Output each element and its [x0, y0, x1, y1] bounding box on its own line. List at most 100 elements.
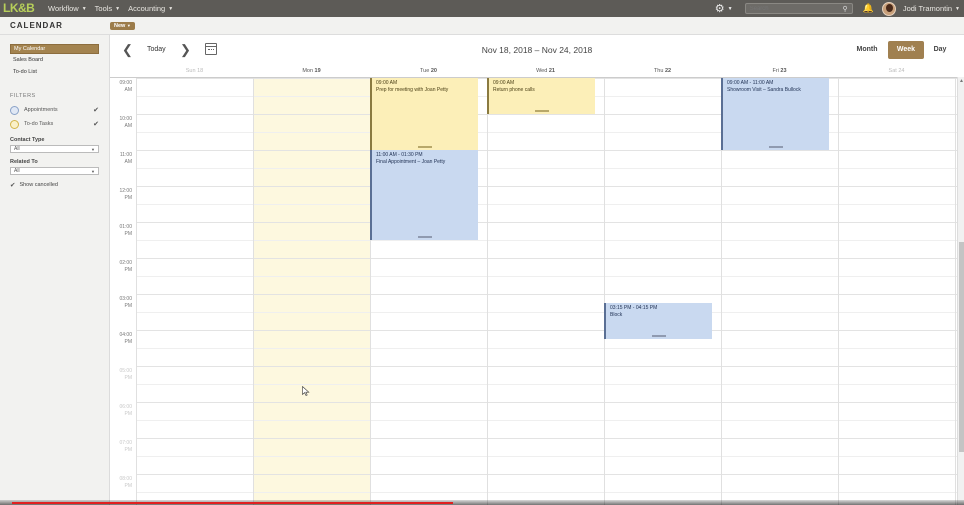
checkmark-icon[interactable]: ✔ — [93, 120, 99, 128]
half-hour-gridline — [136, 420, 957, 421]
resize-handle-icon[interactable] — [535, 110, 549, 112]
related-to-value: All — [14, 168, 20, 174]
search-icon[interactable]: ⚲ — [842, 5, 847, 13]
checkmark-icon[interactable]: ✔ — [10, 181, 15, 189]
day-number: 23 — [780, 68, 787, 74]
hour-gridline — [136, 366, 957, 367]
view-day-button[interactable]: Day — [930, 41, 950, 59]
view-month-button[interactable]: Month — [852, 41, 882, 59]
today-button[interactable]: Today — [147, 46, 166, 53]
todo-event[interactable]: 09:00 AM Prep for meeting with Joan Petty — [370, 78, 478, 150]
time-label: 07:00 PM — [110, 440, 132, 454]
scrollbar-thumb[interactable] — [959, 242, 964, 452]
contact-type-value: All — [14, 146, 20, 152]
user-name[interactable]: Jodi Tramontin — [903, 4, 952, 13]
hour-gridline — [136, 294, 957, 295]
caret-down-icon[interactable]: ▼ — [728, 6, 733, 12]
day-column-divider — [487, 78, 488, 505]
day-header-sun[interactable]: Sun 18 — [136, 65, 253, 77]
time-label: 10:00 AM — [110, 116, 132, 130]
bell-icon[interactable]: 🔔 — [863, 3, 874, 14]
calendar-picker-icon[interactable] — [205, 43, 217, 55]
day-name: Mon — [302, 68, 314, 74]
day-column-divider — [955, 78, 956, 505]
sidebar-item-sales-board[interactable]: Sales Board — [0, 54, 109, 66]
day-number: 24 — [898, 68, 905, 74]
half-hour-gridline — [136, 312, 957, 313]
half-hour-gridline — [136, 492, 957, 493]
time-label-ampm: PM — [124, 303, 133, 309]
resize-handle-icon[interactable] — [418, 146, 432, 148]
prev-week-icon[interactable]: ❮ — [122, 42, 133, 58]
day-header-sat[interactable]: Sat 24 — [838, 65, 955, 77]
time-label-ampm: AM — [124, 87, 133, 93]
calendar-main: ❮ Today ❯ Nov 18, 2018 – Nov 24, 2018 Mo… — [110, 35, 964, 505]
video-progress-bar[interactable] — [0, 500, 964, 505]
appointment-event[interactable]: 11:00 AM - 01:30 PM Final Appointment – J… — [370, 150, 478, 240]
contact-type-select[interactable]: All ▼ — [10, 145, 99, 153]
event-title: Prep for meeting with Joan Petty — [376, 87, 449, 93]
avatar[interactable] — [881, 1, 896, 16]
filter-appointments-label: Appointments — [24, 107, 58, 113]
time-label: 11:00 AM — [110, 152, 132, 166]
day-header-tue[interactable]: Tue 20 — [370, 65, 487, 77]
half-hour-gridline — [136, 240, 957, 241]
nav-accounting[interactable]: Accounting ▼ — [128, 0, 173, 17]
filter-todo-label: To-do Tasks — [24, 121, 54, 127]
nav-workflow[interactable]: Workflow ▼ — [48, 0, 87, 17]
week-grid[interactable]: 09:00 AM 10:00 AM 11:00 AM 12:00 PM 01:00 PM 02:00… — [110, 77, 957, 505]
hour-gridline — [136, 222, 957, 223]
day-header-mon[interactable]: Mon 19 — [253, 65, 370, 77]
todo-event[interactable]: 09:00 AM Return phone calls — [487, 78, 595, 114]
caret-down-icon: ▼ — [91, 146, 95, 152]
day-header-fri[interactable]: Fri 23 — [721, 65, 838, 77]
event-time: 03:15 PM - 04:15 PM — [610, 305, 658, 311]
day-number: 20 — [430, 68, 437, 74]
time-label-hour: 01:00 — [119, 224, 132, 230]
app-root: LK&B Workflow▼ Tools▼ Accounting▼ ⚙ ▼ ⚲ … — [0, 0, 964, 505]
resize-handle-icon[interactable] — [418, 236, 432, 238]
caret-down-icon[interactable]: ▼ — [955, 6, 960, 12]
appointment-color-icon — [10, 105, 19, 115]
sidebar: My Calendar Sales Board To-do List FILTE… — [0, 35, 110, 505]
hour-gridline — [136, 258, 957, 259]
day-header-thu[interactable]: Thu 22 — [604, 65, 721, 77]
time-label-hour: 02:00 — [119, 260, 132, 266]
event-title: Return phone calls — [493, 87, 535, 93]
resize-handle-icon[interactable] — [652, 335, 666, 337]
search-input[interactable] — [749, 5, 830, 12]
nav-workflow-label: Workflow — [48, 4, 79, 13]
topnav-right: ⚙ ▼ ⚲ 🔔 Jodi Tramontin ▼ — [715, 0, 964, 17]
sidebar-item-my-calendar[interactable]: My Calendar — [10, 44, 99, 54]
related-to-select[interactable]: All ▼ — [10, 167, 99, 175]
half-hour-gridline — [136, 276, 957, 277]
filter-todo-tasks[interactable]: To-do Tasks ✔ — [0, 117, 109, 131]
day-name: Thu — [653, 68, 664, 74]
next-week-icon[interactable]: ❯ — [180, 42, 191, 58]
day-header-wed[interactable]: Wed 21 — [487, 65, 604, 77]
nav-tools[interactable]: Tools ▼ — [95, 0, 120, 17]
sidebar-item-todo-list[interactable]: To-do List — [0, 66, 109, 78]
new-button[interactable]: New ▼ — [110, 21, 135, 30]
show-cancelled-toggle[interactable]: ✔ Show cancelled — [0, 181, 109, 189]
half-hour-gridline — [136, 132, 957, 133]
view-week-button[interactable]: Week — [888, 41, 924, 59]
resize-handle-icon[interactable] — [769, 146, 783, 148]
time-label-hour: 06:00 — [119, 404, 132, 410]
gear-icon[interactable]: ⚙ — [715, 2, 725, 15]
top-navbar: LK&B Workflow▼ Tools▼ Accounting▼ ⚙ ▼ ⚲ … — [0, 0, 964, 17]
time-label-hour: 04:00 — [119, 332, 132, 338]
appointment-event[interactable]: 09:00 AM - 11:00 AM Showroom Visit – Sand… — [721, 78, 829, 150]
event-time: 09:00 AM — [376, 80, 398, 86]
appointment-event[interactable]: 03:15 PM - 04:15 PM Block — [604, 303, 712, 339]
checkmark-icon[interactable]: ✔ — [93, 106, 99, 114]
today-column-highlight — [253, 78, 370, 505]
time-label-ampm: PM — [124, 483, 133, 489]
time-label-ampm: PM — [124, 339, 133, 345]
day-name: Sun — [185, 68, 196, 74]
scroll-up-arrow-icon[interactable]: ▲ — [959, 78, 964, 84]
filter-appointments[interactable]: Appointments ✔ — [0, 103, 109, 117]
grid-scrollbar[interactable]: ▲ — [957, 77, 964, 505]
app-logo[interactable]: LK&B — [0, 0, 40, 17]
caret-down-icon: ▼ — [126, 22, 131, 28]
